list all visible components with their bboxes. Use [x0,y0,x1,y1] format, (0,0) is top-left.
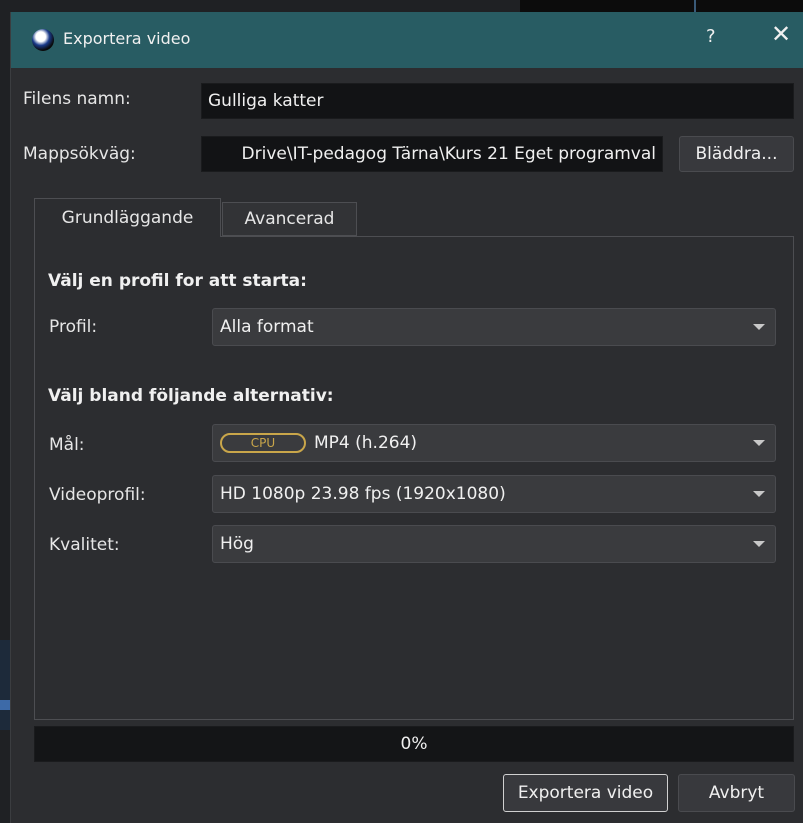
background-divider [694,0,696,12]
title-bar: Exportera video ? ✕ [11,12,803,68]
target-select[interactable]: CPU MP4 (h.264) [212,424,776,462]
quality-value: Hög [220,534,254,554]
progress-text: 0% [400,734,428,754]
profile-value: Alla format [220,317,314,337]
folder-path-value: Drive\IT-pedagog Tärna\Kurs 21 Eget prog… [241,144,656,164]
options-section-title: Välj bland följande alternativ: [48,386,334,406]
openshot-logo-icon [32,29,54,51]
chevron-down-icon [753,440,765,446]
browse-button[interactable]: Bläddra... [679,136,794,172]
video-profile-label: Videoprofil: [49,485,146,505]
background-timeline [0,640,10,730]
tab-advanced[interactable]: Avancerad [222,202,357,236]
window-title: Exportera video [63,29,191,48]
cancel-button[interactable]: Avbryt [678,774,795,812]
export-video-dialog: Exportera video ? ✕ Filens namn: Gulliga… [10,12,803,823]
chevron-down-icon [753,541,765,547]
target-value: MP4 (h.264) [314,433,418,453]
quality-select[interactable]: Hög [212,525,776,563]
profile-section-title: Välj en profil for att starta: [48,271,307,291]
export-progress-bar: 0% [34,726,794,762]
video-profile-value: HD 1080p 23.98 fps (1920x1080) [220,484,506,504]
chevron-down-icon [753,491,765,497]
chevron-down-icon [753,324,765,330]
target-label: Mål: [49,435,85,455]
tab-basic[interactable]: Grundläggande [34,198,221,237]
basic-tab-panel: Välj en profil for att starta: Profil: A… [34,236,794,720]
quality-label: Kvalitet: [49,535,120,555]
video-profile-select[interactable]: HD 1080p 23.98 fps (1920x1080) [212,475,776,513]
file-name-label: Filens namn: [23,89,131,109]
file-name-input[interactable]: Gulliga katter [201,83,794,119]
profile-select[interactable]: Alla format [212,308,776,346]
file-name-value: Gulliga katter [208,91,324,111]
folder-path-label: Mappsökväg: [23,144,136,164]
help-button[interactable]: ? [706,26,716,47]
profile-label: Profil: [49,317,98,337]
close-button[interactable]: ✕ [771,22,791,46]
folder-path-input[interactable]: Drive\IT-pedagog Tärna\Kurs 21 Eget prog… [201,136,663,172]
cpu-badge: CPU [220,433,306,453]
background-window [520,0,803,12]
export-video-button[interactable]: Exportera video [503,774,668,812]
background-timeline-marker [0,700,10,710]
